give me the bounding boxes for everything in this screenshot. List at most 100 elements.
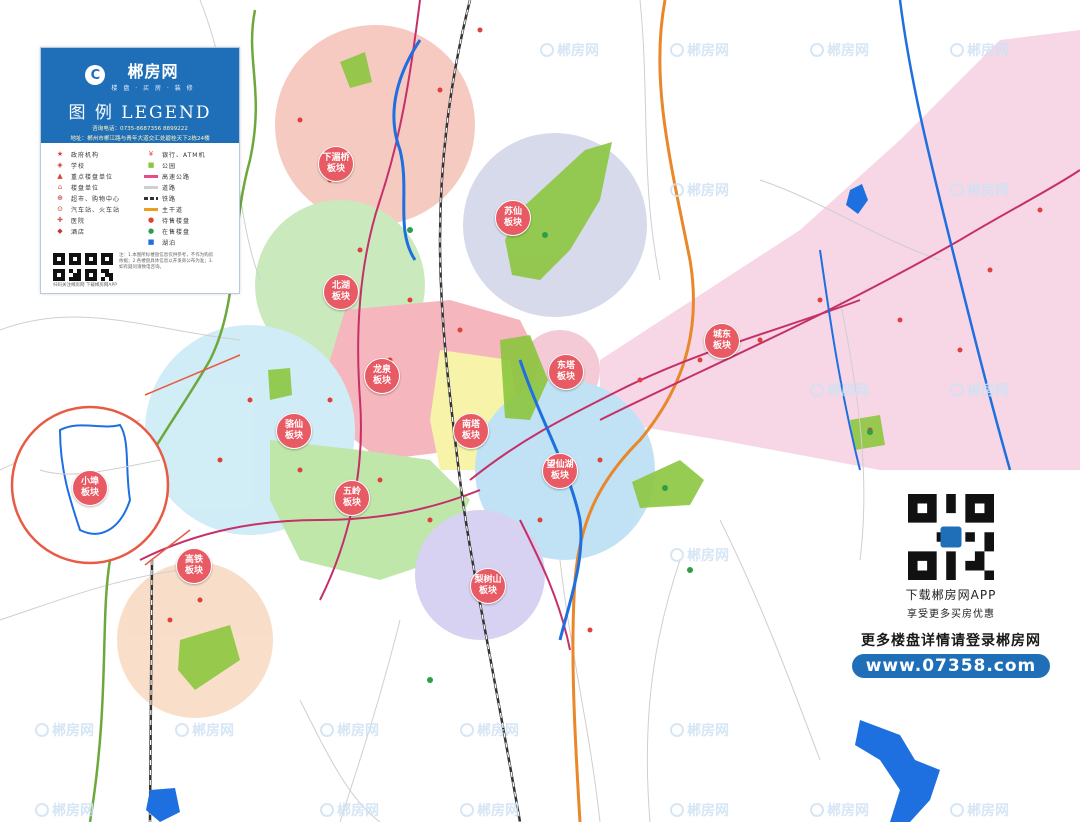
watermark-logo-icon — [460, 723, 474, 737]
district-label-gaotie[interactable]: 高铁 板块 — [176, 548, 212, 584]
district-label-xiameiqiao[interactable]: 下湄桥 板块 — [318, 146, 354, 182]
watermark: 郴房网 — [460, 720, 519, 740]
pin-green-icon: ● — [147, 227, 155, 235]
legend-item: ✚ 医院 — [53, 215, 138, 225]
legend-item: ■ 公园 — [144, 160, 229, 170]
cart-icon: ⊕ — [57, 194, 63, 202]
hospital-icon: ✚ — [57, 216, 63, 224]
watermark: 郴房网 — [950, 40, 1009, 60]
district-label-nanta[interactable]: 南塔 板块 — [453, 413, 489, 449]
watermark: 郴房网 — [460, 800, 519, 820]
park-icon: ■ — [147, 161, 155, 169]
watermark: 郴房网 — [35, 720, 94, 740]
watermark-logo-icon — [810, 43, 824, 57]
legend-item-label: 公园 — [162, 162, 177, 170]
building-icon: ▲ — [57, 172, 63, 180]
district-label-suxian[interactable]: 苏仙 板块 — [495, 200, 531, 236]
qr-code-icon — [908, 494, 994, 580]
district-label-lishushan[interactable]: 梨树山 板块 — [470, 568, 506, 604]
legend-panel: C 郴房网 楼 盘 · 买 房 · 装 修 图 例 LEGEND 咨询电话：07… — [40, 47, 240, 294]
legend-item-label: 在售楼盘 — [162, 228, 191, 236]
rail-line-icon — [144, 194, 158, 202]
watermark-logo-icon — [540, 43, 554, 57]
legend-item-label: 楼盘单位 — [71, 184, 100, 192]
watermark: 郴房网 — [950, 800, 1009, 820]
legend-item-label: 酒店 — [71, 228, 86, 236]
legend-note: 注：1.本图所标楼盘信息仅供参考，不作为购房依据；2.各楼盘具体信息以开发商公布… — [119, 253, 214, 270]
legend-item: ⊙ 汽车站、火车站 — [53, 204, 138, 214]
bank-icon: ¥ — [148, 150, 154, 158]
watermark-logo-icon — [320, 723, 334, 737]
promo-panel: 下载郴房网APP 享受更多买房优惠 更多楼盘详情请登录郴房网 www.07358… — [838, 494, 1064, 678]
legend-phone: 咨询电话：0735-8687356 8899222 — [92, 126, 188, 132]
watermark-logo-icon — [35, 803, 49, 817]
watermark-logo-icon — [35, 723, 49, 737]
watermark: 郴房网 — [175, 720, 234, 740]
promo-more: 更多楼盘详情请登录郴房网 — [861, 633, 1041, 649]
legend-item-label: 待售楼盘 — [162, 217, 191, 225]
legend-items: ★ 政府机构 ¥ 银行、ATM机 ◈ 学校 ■ 公园 ▲ 重点楼盘单位 高速公路 ⌂ 楼盘单位 道路 ⊕ 超市… — [41, 143, 239, 249]
watermark: 郴房网 — [35, 800, 94, 820]
trunk-line-icon — [144, 205, 158, 213]
watermark-logo-icon — [670, 723, 684, 737]
legend-item: ★ 政府机构 — [53, 149, 138, 159]
watermark: 郴房网 — [810, 380, 869, 400]
watermark: 郴房网 — [670, 800, 729, 820]
legend-item: 高速公路 — [144, 171, 229, 181]
district-label-longquan[interactable]: 龙泉 板块 — [364, 358, 400, 394]
legend-item-label: 医院 — [71, 217, 86, 225]
hotel-icon: ◆ — [57, 227, 63, 235]
legend-spacer — [53, 238, 67, 246]
legend-item: ◆ 酒店 — [53, 226, 138, 236]
legend-item: ¥ 银行、ATM机 — [144, 149, 229, 159]
district-label-xiaobu[interactable]: 小埠 板块 — [72, 470, 108, 506]
watermark-logo-icon — [670, 803, 684, 817]
watermark-logo-icon — [810, 383, 824, 397]
legend-item: ● 在售楼盘 — [144, 226, 229, 236]
watermark: 郴房网 — [670, 545, 729, 565]
legend-item-label: 铁路 — [162, 195, 177, 203]
pin-icon: ● — [147, 216, 155, 224]
watermark-logo-icon — [950, 183, 964, 197]
watermark-logo-icon — [175, 723, 189, 737]
road-line-icon — [144, 183, 158, 191]
legend-item: ● 待售楼盘 — [144, 215, 229, 225]
legend-qr-caption: 扫码关注郴房网 下载郴房网APP — [53, 283, 117, 288]
promo-url-link[interactable]: www.07358.com — [851, 654, 1051, 678]
watermark-logo-icon — [670, 183, 684, 197]
watermark-logo-icon — [950, 43, 964, 57]
district-label-luoxian[interactable]: 骆仙 板块 — [276, 413, 312, 449]
legend-note-row: 注：1.本图所标楼盘信息仅供参考，不作为购房依据；2.各楼盘具体信息以开发商公布… — [41, 249, 239, 281]
school-icon: ◈ — [57, 161, 63, 169]
watermark-logo-icon — [670, 548, 684, 562]
legend-item: ◈ 学校 — [53, 160, 138, 170]
highway-line-icon — [144, 172, 158, 180]
lake-icon: ■ — [147, 238, 155, 246]
legend-item-label: 学校 — [71, 162, 86, 170]
watermark: 郴房网 — [810, 40, 869, 60]
district-label-chengdong[interactable]: 城东 板块 — [704, 323, 740, 359]
watermark: 郴房网 — [670, 720, 729, 740]
district-label-dongta[interactable]: 东塔 板块 — [548, 354, 584, 390]
watermark-logo-icon — [670, 43, 684, 57]
legend-item-label: 重点楼盘单位 — [71, 173, 114, 181]
legend-item: ⌂ 楼盘单位 — [53, 182, 138, 192]
legend-item: ▲ 重点楼盘单位 — [53, 171, 138, 181]
legend-address: 地址：郴州市郴江路与青年大道交汇处碧桂天下2栋24楼 — [70, 136, 210, 142]
legend-item: 主干道 — [144, 204, 229, 214]
app-qr-code[interactable] — [908, 494, 994, 580]
district-label-wangxianhu[interactable]: 望仙湖 板块 — [542, 453, 578, 489]
watermark: 郴房网 — [670, 180, 729, 200]
watermark-logo-icon — [460, 803, 474, 817]
legend-item-label: 汽车站、火车站 — [71, 206, 121, 214]
legend-item: 铁路 — [144, 193, 229, 203]
watermark: 郴房网 — [320, 720, 379, 740]
house-icon: ⌂ — [57, 183, 63, 191]
district-label-wuling[interactable]: 五岭 板块 — [334, 480, 370, 516]
district-label-beihu[interactable]: 北湖 板块 — [323, 274, 359, 310]
watermark: 郴房网 — [950, 180, 1009, 200]
watermark: 郴房网 — [320, 800, 379, 820]
legend-item-label: 银行、ATM机 — [162, 151, 206, 159]
legend-header: C 郴房网 楼 盘 · 买 房 · 装 修 图 例 LEGEND 咨询电话：07… — [41, 48, 239, 143]
legend-item: 道路 — [144, 182, 229, 192]
